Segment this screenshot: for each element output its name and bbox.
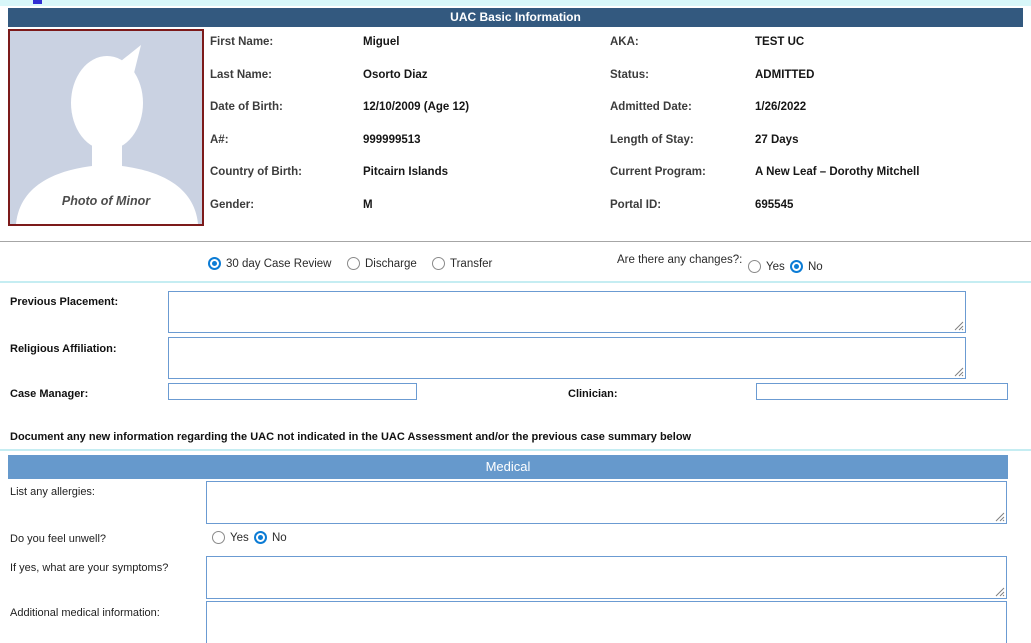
previous-placement-label: Previous Placement: xyxy=(10,296,118,308)
radio-option-30-day-case-review[interactable]: 30 day Case Review xyxy=(208,257,331,270)
date-of-birth-label: Date of Birth: xyxy=(210,101,302,134)
radio-transfer-icon[interactable] xyxy=(432,257,445,270)
religious-affiliation-textarea[interactable] xyxy=(169,338,965,378)
radio-label: Transfer xyxy=(450,258,492,270)
clinician-label: Clinician: xyxy=(568,388,618,400)
country-of-birth-label: Country of Birth: xyxy=(210,166,302,199)
case-manager-label: Case Manager: xyxy=(10,388,88,400)
allergies-textarea[interactable] xyxy=(207,482,1006,523)
radio-changes-yes-icon[interactable] xyxy=(748,260,761,273)
section-divider xyxy=(0,241,1031,242)
info-labels-right: AKA: Status: Admitted Date: Length of St… xyxy=(610,36,706,232)
radio-option-discharge[interactable]: Discharge xyxy=(347,257,417,270)
religious-affiliation-field xyxy=(168,337,966,379)
section-divider xyxy=(0,449,1031,451)
gender-value: M xyxy=(363,199,469,232)
radio-unwell-no-icon[interactable] xyxy=(254,531,267,544)
radio-option-changes-no[interactable]: No xyxy=(790,260,823,273)
a-number-value: 999999513 xyxy=(363,134,469,167)
aka-label: AKA: xyxy=(610,36,706,69)
additional-medical-textarea[interactable] xyxy=(207,602,1006,643)
radio-option-changes-yes[interactable]: Yes xyxy=(748,260,785,273)
case-manager-input[interactable] xyxy=(168,383,417,400)
medical-section-header: Medical xyxy=(8,455,1008,479)
radio-option-transfer[interactable]: Transfer xyxy=(432,257,492,270)
info-values-left: Miguel Osorto Diaz 12/10/2009 (Age 12) 9… xyxy=(363,36,469,232)
portal-id-value: 695545 xyxy=(755,199,919,232)
radio-unwell-yes-icon[interactable] xyxy=(212,531,225,544)
gender-label: Gender: xyxy=(210,199,302,232)
radio-discharge-icon[interactable] xyxy=(347,257,360,270)
page: UAC Basic Information Photo of Minor Fir… xyxy=(0,0,1031,643)
photo-caption: Photo of Minor xyxy=(10,194,202,208)
symptoms-field xyxy=(206,556,1007,599)
symptoms-label: If yes, what are your symptoms? xyxy=(10,562,168,574)
document-instructions-note: Document any new information regarding t… xyxy=(10,431,691,443)
previous-placement-field xyxy=(168,291,966,333)
radio-label: 30 day Case Review xyxy=(226,258,331,270)
radio-label: No xyxy=(272,532,287,544)
allergies-field xyxy=(206,481,1007,524)
length-of-stay-label: Length of Stay: xyxy=(610,134,706,167)
current-program-label: Current Program: xyxy=(610,166,706,199)
current-program-value: A New Leaf – Dorothy Mitchell xyxy=(755,166,919,199)
changes-question-label: Are there any changes?: xyxy=(617,254,742,266)
radio-30-day-case-review-icon[interactable] xyxy=(208,257,221,270)
unwell-question-label: Do you feel unwell? xyxy=(10,533,106,545)
first-name-value: Miguel xyxy=(363,36,469,69)
aka-value: TEST UC xyxy=(755,36,919,69)
truncated-link-fragment[interactable] xyxy=(33,0,42,4)
additional-medical-field xyxy=(206,601,1007,643)
section-divider xyxy=(0,281,1031,283)
symptoms-textarea[interactable] xyxy=(207,557,1006,598)
additional-medical-label: Additional medical information: xyxy=(10,607,160,619)
portal-id-label: Portal ID: xyxy=(610,199,706,232)
radio-label: No xyxy=(808,261,823,273)
radio-option-unwell-no[interactable]: No xyxy=(254,531,287,544)
radio-changes-no-icon[interactable] xyxy=(790,260,803,273)
admitted-date-value: 1/26/2022 xyxy=(755,101,919,134)
radio-option-unwell-yes[interactable]: Yes xyxy=(212,531,249,544)
a-number-label: A#: xyxy=(210,134,302,167)
status-value: ADMITTED xyxy=(755,69,919,102)
last-name-label: Last Name: xyxy=(210,69,302,102)
allergies-label: List any allergies: xyxy=(10,486,95,498)
info-labels-left: First Name: Last Name: Date of Birth: A#… xyxy=(210,36,302,232)
length-of-stay-value: 27 Days xyxy=(755,134,919,167)
radio-label: Yes xyxy=(230,532,249,544)
browser-edge-strip xyxy=(0,0,1031,6)
radio-label: Discharge xyxy=(365,258,417,270)
status-label: Status: xyxy=(610,69,706,102)
religious-affiliation-label: Religious Affiliation: xyxy=(10,343,117,355)
last-name-value: Osorto Diaz xyxy=(363,69,469,102)
clinician-input[interactable] xyxy=(756,383,1008,400)
date-of-birth-value: 12/10/2009 (Age 12) xyxy=(363,101,469,134)
photo-of-minor: Photo of Minor xyxy=(8,29,204,226)
uac-basic-information-header: UAC Basic Information xyxy=(8,8,1023,27)
info-values-right: TEST UC ADMITTED 1/26/2022 27 Days A New… xyxy=(755,36,919,232)
admitted-date-label: Admitted Date: xyxy=(610,101,706,134)
country-of-birth-value: Pitcairn Islands xyxy=(363,166,469,199)
first-name-label: First Name: xyxy=(210,36,302,69)
radio-label: Yes xyxy=(766,261,785,273)
previous-placement-textarea[interactable] xyxy=(169,292,965,332)
